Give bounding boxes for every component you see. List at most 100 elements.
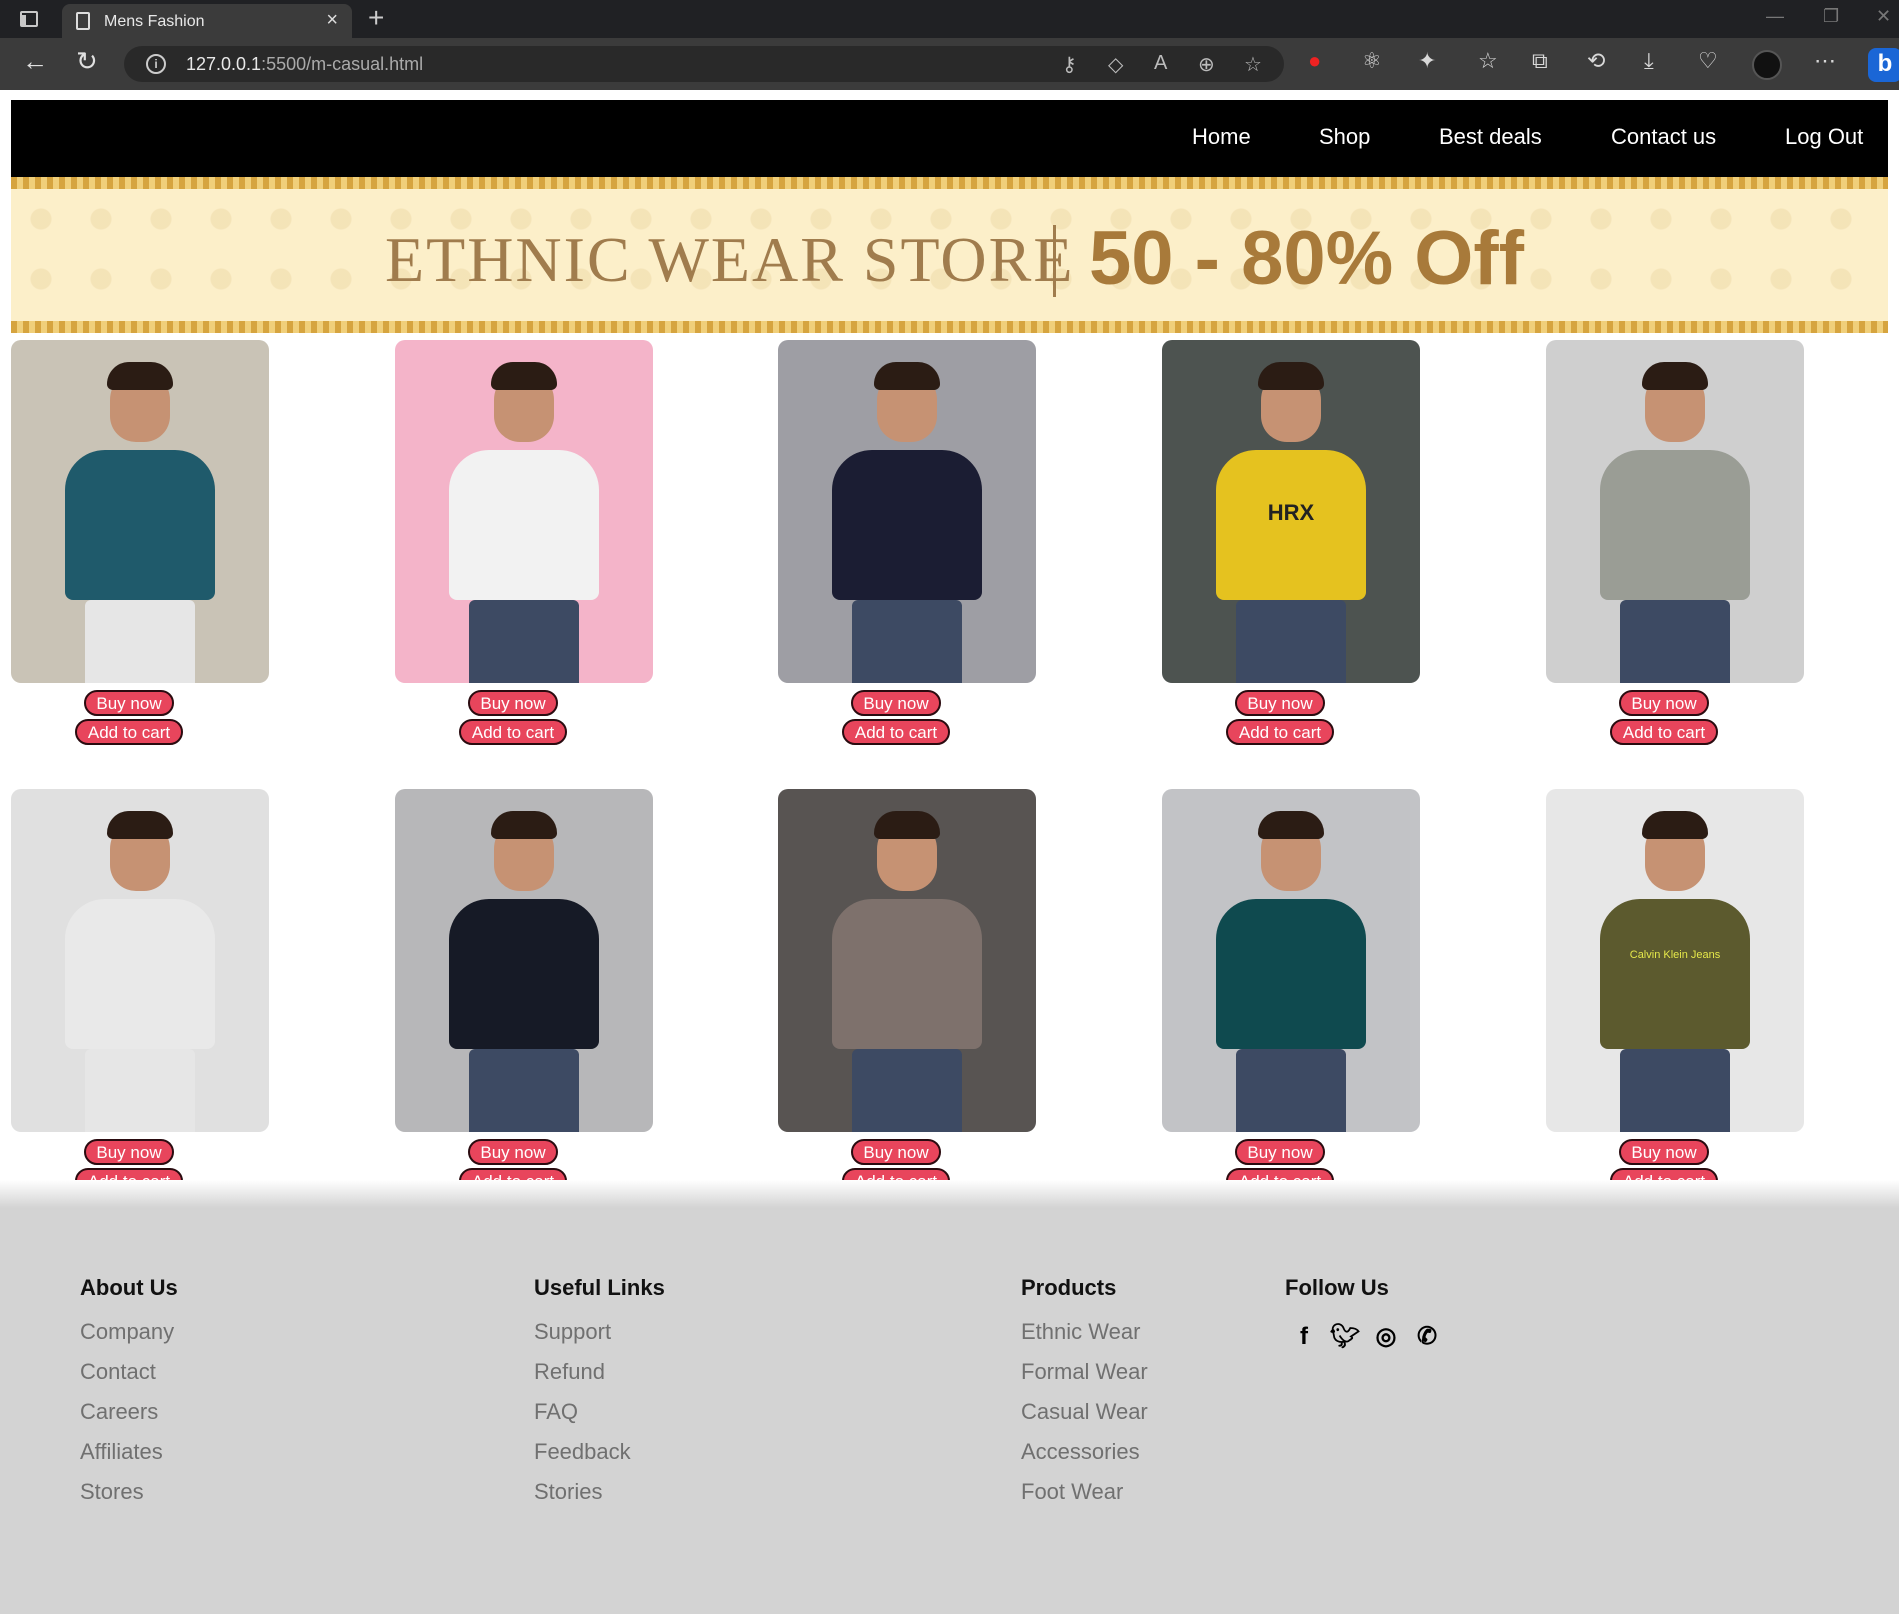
collections-icon[interactable]: ⧉ (1532, 48, 1548, 74)
history-icon[interactable]: ⟲ (1587, 48, 1605, 74)
buy-now-button[interactable]: Buy now (84, 1139, 174, 1165)
social-links: f 🐦︎ ◎ ✆ (1288, 1321, 1452, 1353)
buy-now-button[interactable]: Buy now (1235, 1139, 1325, 1165)
model-hair (491, 362, 557, 390)
footer-link[interactable]: Ethnic Wear (1021, 1319, 1148, 1359)
model-hair (107, 811, 173, 839)
footer-link[interactable]: Support (534, 1319, 665, 1359)
buy-now-button[interactable]: Buy now (1619, 1139, 1709, 1165)
react-devtools-icon[interactable]: ⚛ (1362, 48, 1382, 74)
key-icon[interactable]: ⚷ (1062, 52, 1077, 77)
browser-tab[interactable]: Mens Fashion × (62, 4, 352, 38)
product-image[interactable] (1546, 340, 1804, 683)
nav-log-out[interactable]: Log Out (1785, 124, 1863, 150)
footer-link[interactable]: Company (80, 1319, 178, 1359)
model-hair (491, 811, 557, 839)
buy-now-button[interactable]: Buy now (851, 1139, 941, 1165)
footer-follow-title: Follow Us (1285, 1275, 1389, 1300)
add-favorite-icon[interactable]: ☆ (1244, 52, 1262, 77)
model-legs (1620, 600, 1730, 683)
product-image[interactable] (1162, 789, 1420, 1132)
banner-border-bottom (11, 321, 1888, 333)
add-to-cart-button[interactable]: Add to cart (1610, 719, 1718, 745)
facebook-icon[interactable]: f (1288, 1321, 1320, 1353)
product-image[interactable]: Calvin Klein Jeans (1546, 789, 1804, 1132)
close-window-icon[interactable]: ✕ (1876, 6, 1891, 27)
favorites-icon[interactable]: ☆ (1478, 48, 1498, 74)
whatsapp-icon[interactable]: ✆ (1411, 1321, 1443, 1353)
minimize-icon[interactable]: — (1766, 6, 1784, 27)
footer-link[interactable]: Formal Wear (1021, 1359, 1148, 1399)
model-hair (1642, 362, 1708, 390)
buy-now-button[interactable]: Buy now (1235, 690, 1325, 716)
buy-now-button[interactable]: Buy now (1619, 690, 1709, 716)
footer-column: Products Ethnic Wear Formal Wear Casual Wea… (1021, 1275, 1148, 1519)
add-to-cart-button[interactable]: Add to cart (1226, 719, 1334, 745)
footer-link[interactable]: Refund (534, 1359, 665, 1399)
model-shirt (1216, 899, 1366, 1049)
product-image[interactable] (11, 340, 269, 683)
product-image[interactable] (778, 789, 1036, 1132)
footer-link[interactable]: Feedback (534, 1439, 665, 1479)
footer-link[interactable]: Stores (80, 1479, 178, 1519)
product-image[interactable] (778, 340, 1036, 683)
model-legs (85, 1049, 195, 1132)
footer-link[interactable]: Accessories (1021, 1439, 1148, 1479)
model-hair (1258, 362, 1324, 390)
nav-best-deals[interactable]: Best deals (1439, 124, 1542, 150)
product-image[interactable] (395, 340, 653, 683)
tag-icon[interactable]: ◇ (1108, 52, 1123, 77)
new-tab-icon[interactable]: + (368, 2, 384, 34)
model-legs (852, 1049, 962, 1132)
model-legs (852, 600, 962, 683)
nav-shop[interactable]: Shop (1319, 124, 1370, 150)
add-to-cart-button[interactable]: Add to cart (75, 719, 183, 745)
restore-icon[interactable]: ❐ (1823, 6, 1839, 27)
shirt-print-text: Calvin Klein Jeans (1629, 949, 1721, 961)
browser-tab-strip: Mens Fashion × + — ❐ ✕ (0, 0, 1899, 38)
model-legs (1236, 1049, 1346, 1132)
product-image[interactable]: HRX (1162, 340, 1420, 683)
footer-link[interactable]: Careers (80, 1399, 178, 1439)
footer-link[interactable]: Affiliates (80, 1439, 178, 1479)
buy-now-button[interactable]: Buy now (84, 690, 174, 716)
instagram-icon[interactable]: ◎ (1370, 1321, 1402, 1353)
browser-essentials-icon[interactable]: ♡ (1698, 48, 1718, 74)
add-to-cart-button[interactable]: Add to cart (842, 719, 950, 745)
url-text[interactable]: 127.0.0.1:5500/m-casual.html (186, 54, 423, 75)
read-aloud-icon[interactable]: A (1154, 52, 1167, 75)
profile-avatar[interactable] (1752, 50, 1782, 80)
extensions-icon[interactable]: ✦ (1418, 48, 1436, 74)
product-image[interactable] (395, 789, 653, 1132)
back-icon[interactable]: ← (22, 46, 48, 77)
buy-now-button[interactable]: Buy now (851, 690, 941, 716)
more-options-icon[interactable]: ⋯ (1814, 48, 1836, 74)
close-tab-icon[interactable]: × (326, 9, 338, 32)
promo-banner[interactable]: ETHNIC WEAR STORE 50 - 80% Off (11, 177, 1888, 333)
adblock-icon[interactable]: ● (1308, 48, 1321, 74)
footer-link[interactable]: Foot Wear (1021, 1479, 1148, 1519)
address-bar[interactable]: i 127.0.0.1:5500/m-casual.html ⚷ ◇ A ⊕ ☆ (124, 46, 1284, 82)
model-hair (874, 811, 940, 839)
refresh-icon[interactable]: ↻ (76, 46, 98, 77)
footer-link[interactable]: Casual Wear (1021, 1399, 1148, 1439)
nav-home[interactable]: Home (1192, 124, 1251, 150)
footer-link[interactable]: FAQ (534, 1399, 665, 1439)
nav-contact-us[interactable]: Contact us (1611, 124, 1716, 150)
twitter-icon[interactable]: 🐦︎ (1329, 1321, 1361, 1353)
footer-link[interactable]: Stories (534, 1479, 665, 1519)
model-shirt (449, 450, 599, 600)
buy-now-button[interactable]: Buy now (468, 690, 558, 716)
model-hair (107, 362, 173, 390)
bing-copilot-icon[interactable]: b (1868, 48, 1899, 82)
zoom-icon[interactable]: ⊕ (1198, 52, 1215, 77)
downloads-icon[interactable]: ⤓ (1644, 48, 1654, 74)
product-image[interactable] (11, 789, 269, 1132)
buy-now-button[interactable]: Buy now (468, 1139, 558, 1165)
tab-actions-icon[interactable] (20, 11, 38, 27)
add-to-cart-button[interactable]: Add to cart (459, 719, 567, 745)
model-legs (1236, 600, 1346, 683)
footer-link[interactable]: Contact (80, 1359, 178, 1399)
site-info-icon[interactable]: i (146, 54, 166, 74)
page: Home Shop Best deals Contact us Log Out … (0, 90, 1899, 1614)
